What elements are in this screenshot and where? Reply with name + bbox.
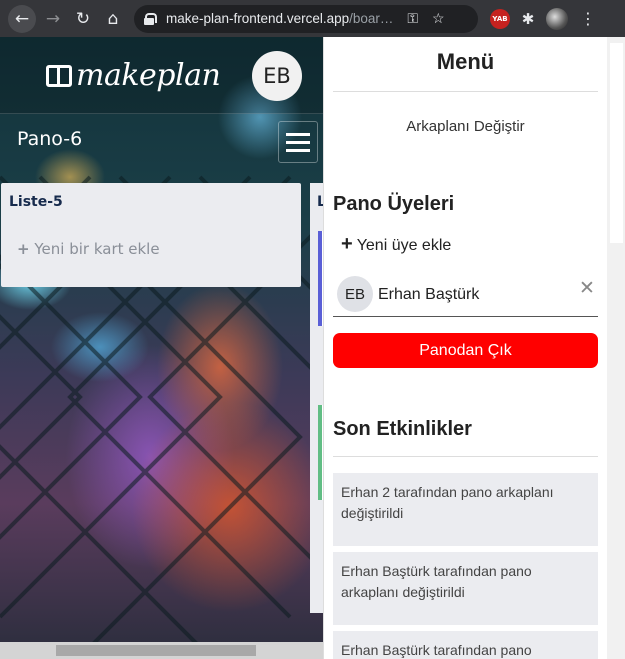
- forward-icon: →: [45, 8, 61, 29]
- logo-icon: [46, 64, 72, 87]
- app-header: makeplan EB: [0, 37, 330, 114]
- forward-button[interactable]: →: [40, 6, 66, 32]
- divider: [333, 456, 598, 457]
- menu-toggle-button[interactable]: [278, 121, 318, 163]
- url-path: /boar…: [349, 11, 394, 26]
- add-member-button[interactable]: + Yeni üye ekle: [341, 233, 451, 256]
- plus-icon: +: [17, 240, 30, 258]
- back-icon: ←: [14, 8, 30, 29]
- kebab-icon[interactable]: ⋮: [576, 7, 600, 31]
- logo-text: makeplan: [76, 58, 221, 93]
- side-menu: Menü Arkaplanı Değiştir Pano Üyeleri + Ye…: [323, 37, 625, 659]
- list-column: Liste-5 + Yeni bir kart ekle: [1, 183, 301, 287]
- horizontal-scrollbar[interactable]: [0, 642, 323, 659]
- board-title: Pano-6: [17, 128, 83, 150]
- plus-icon: +: [341, 233, 353, 255]
- member-row: EB Erhan Baştürk ✕: [333, 275, 598, 317]
- url-host: make-plan-frontend.vercel.app: [166, 11, 350, 26]
- add-card-label: Yeni bir kart ekle: [34, 240, 160, 258]
- leave-board-button[interactable]: Panodan Çık: [333, 333, 598, 368]
- activities-title: Son Etkinlikler: [333, 418, 472, 440]
- lock-icon: [144, 12, 157, 25]
- reload-icon: ↻: [75, 8, 91, 29]
- change-background-button[interactable]: Arkaplanı Değiştir: [324, 118, 607, 135]
- home-icon: ⌂: [107, 8, 119, 29]
- add-member-label: Yeni üye ekle: [356, 237, 452, 254]
- reload-button[interactable]: ↻: [70, 6, 96, 32]
- member-name: Erhan Baştürk: [378, 286, 480, 303]
- browser-toolbar: ← → ↻ ⌂ make-plan-frontend.vercel.app/bo…: [0, 0, 625, 37]
- hamburger-icon: [286, 132, 310, 136]
- scrollbar-thumb[interactable]: [56, 645, 256, 656]
- members-title: Pano Üyeleri: [333, 193, 455, 215]
- menu-title: Menü: [436, 49, 495, 74]
- close-icon[interactable]: ✕: [579, 277, 595, 300]
- back-button[interactable]: ←: [8, 4, 36, 33]
- list-title[interactable]: Liste-5: [9, 194, 63, 210]
- user-avatar[interactable]: EB: [252, 51, 302, 101]
- avatar: EB: [337, 276, 373, 312]
- app-logo[interactable]: makeplan: [46, 58, 221, 93]
- board-header: Pano-6: [0, 115, 330, 171]
- extension-yab-icon[interactable]: YAB: [490, 8, 510, 29]
- divider: [333, 91, 598, 92]
- menu-scrollbar[interactable]: [607, 37, 625, 659]
- scrollbar-thumb[interactable]: [610, 43, 623, 243]
- activity-item: Erhan Baştürk tarafından pano arkaplanı …: [333, 552, 598, 625]
- home-button[interactable]: ⌂: [100, 6, 126, 32]
- profile-avatar[interactable]: [546, 7, 568, 30]
- address-bar[interactable]: make-plan-frontend.vercel.app/boar… ⚿ ☆: [134, 4, 478, 33]
- activity-item: Erhan 2 tarafından pano arkaplanı değişt…: [333, 473, 598, 546]
- activity-item: Erhan Baştürk tarafından pano: [333, 631, 598, 659]
- star-icon[interactable]: ☆: [432, 10, 445, 27]
- key-icon[interactable]: ⚿: [407, 10, 418, 27]
- puzzle-icon[interactable]: ✱: [516, 7, 540, 31]
- add-card-button[interactable]: + Yeni bir kart ekle: [17, 240, 160, 258]
